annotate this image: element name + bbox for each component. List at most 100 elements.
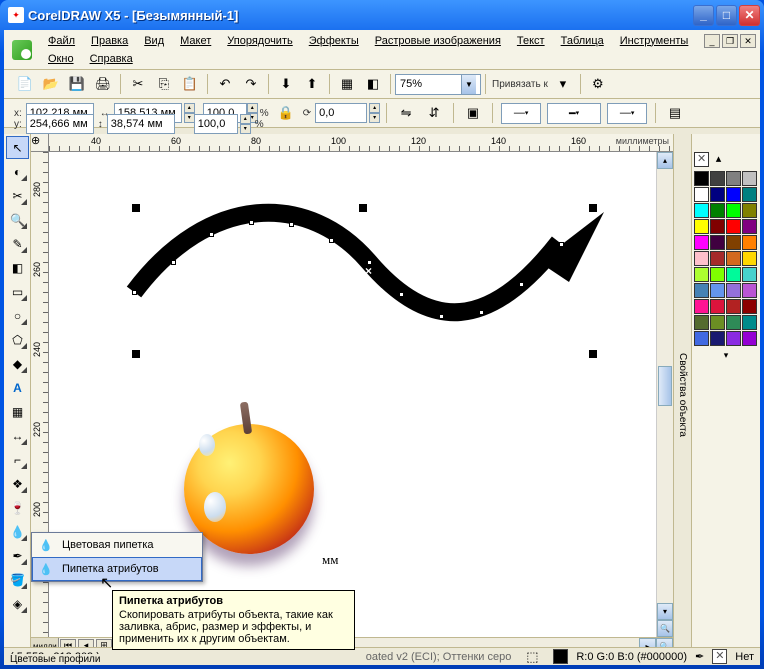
color-swatch[interactable] bbox=[726, 267, 741, 282]
polygon-tool[interactable]: ⬠ bbox=[6, 328, 29, 351]
fill-tool[interactable]: 🪣 bbox=[6, 568, 29, 591]
color-swatch[interactable] bbox=[694, 315, 709, 330]
menu-effects[interactable]: Эффекты bbox=[301, 32, 367, 50]
end-arrow-combo[interactable]: —▾ bbox=[607, 103, 647, 124]
color-swatch[interactable] bbox=[694, 251, 709, 266]
cut-button[interactable]: ✂ bbox=[126, 72, 150, 96]
color-swatch[interactable] bbox=[742, 219, 757, 234]
minimize-button[interactable]: _ bbox=[693, 5, 714, 26]
vertical-scrollbar[interactable]: ▴ ▾ 🔍 bbox=[656, 152, 673, 637]
color-swatch[interactable] bbox=[742, 299, 757, 314]
open-button[interactable]: 📂 bbox=[39, 72, 63, 96]
color-swatch[interactable] bbox=[742, 315, 757, 330]
mirror-h-button[interactable]: ⇋ bbox=[394, 101, 418, 125]
color-swatch[interactable] bbox=[742, 283, 757, 298]
color-swatch[interactable] bbox=[742, 235, 757, 250]
export-button[interactable]: ⬆ bbox=[300, 72, 324, 96]
menu-help[interactable]: Справка bbox=[82, 50, 141, 68]
color-swatch[interactable] bbox=[694, 203, 709, 218]
attribute-eyedropper-item[interactable]: 💧 Пипетка атрибутов bbox=[32, 557, 202, 581]
menu-arrange[interactable]: Упорядочить bbox=[219, 32, 300, 50]
rotation-field[interactable]: 0,0 bbox=[315, 103, 367, 123]
color-swatch[interactable] bbox=[726, 283, 741, 298]
color-swatch[interactable] bbox=[694, 299, 709, 314]
wrap-text-button[interactable]: ▤ bbox=[663, 101, 687, 125]
scale-y-field[interactable]: 100,0 bbox=[194, 114, 238, 134]
menu-text[interactable]: Текст bbox=[509, 32, 553, 50]
dimension-tool[interactable]: ↔ bbox=[6, 424, 29, 447]
color-swatch[interactable] bbox=[694, 267, 709, 282]
color-swatch[interactable] bbox=[726, 299, 741, 314]
basic-shapes-tool[interactable]: ◆ bbox=[6, 352, 29, 375]
lock-ratio-button[interactable]: 🔒 bbox=[274, 101, 298, 125]
text-tool[interactable]: A bbox=[6, 376, 29, 399]
color-swatch[interactable] bbox=[694, 171, 709, 186]
color-swatch[interactable] bbox=[742, 203, 757, 218]
menu-tools[interactable]: Инструменты bbox=[612, 32, 697, 50]
ruler-origin[interactable]: ⊕ bbox=[31, 134, 49, 152]
no-color-swatch[interactable] bbox=[694, 152, 709, 167]
mdi-close-button[interactable]: ✕ bbox=[740, 34, 756, 48]
zoom-combo[interactable]: 75% ▼ bbox=[395, 74, 481, 95]
menu-window[interactable]: Окно bbox=[40, 50, 82, 68]
menu-edit[interactable]: Правка bbox=[83, 32, 136, 50]
fill-swatch[interactable] bbox=[553, 649, 568, 664]
freehand-tool[interactable]: ✎ bbox=[6, 232, 29, 255]
color-swatch[interactable] bbox=[710, 187, 725, 202]
redo-button[interactable]: ↷ bbox=[239, 72, 263, 96]
menu-view[interactable]: Вид bbox=[136, 32, 172, 50]
welcome-button[interactable]: ◧ bbox=[361, 72, 385, 96]
color-swatch[interactable] bbox=[742, 267, 757, 282]
color-swatch[interactable] bbox=[726, 315, 741, 330]
close-button[interactable]: ✕ bbox=[739, 5, 760, 26]
color-swatch[interactable] bbox=[726, 219, 741, 234]
menu-bitmaps[interactable]: Растровые изображения bbox=[367, 32, 509, 50]
color-swatch[interactable] bbox=[726, 203, 741, 218]
snap-dropdown[interactable]: ▾ bbox=[551, 72, 575, 96]
color-swatch[interactable] bbox=[742, 251, 757, 266]
ungroup-button[interactable]: ▣ bbox=[461, 101, 485, 125]
menu-file[interactable]: Файл bbox=[40, 32, 83, 50]
smart-fill-tool[interactable]: ◧ bbox=[6, 256, 29, 279]
blend-tool[interactable]: ❖ bbox=[6, 472, 29, 495]
stroke-swatch[interactable] bbox=[712, 649, 727, 664]
shape-tool[interactable]: ◐ bbox=[6, 160, 29, 183]
color-proof-button[interactable]: ⬚ bbox=[520, 645, 544, 669]
y-position-field[interactable]: 254,666 мм bbox=[26, 114, 94, 134]
color-swatch[interactable] bbox=[710, 299, 725, 314]
color-swatch[interactable] bbox=[742, 331, 757, 346]
color-swatch[interactable] bbox=[710, 171, 725, 186]
color-swatch[interactable] bbox=[694, 187, 709, 202]
color-swatch[interactable] bbox=[710, 235, 725, 250]
rectangle-tool[interactable]: ▭ bbox=[6, 280, 29, 303]
mirror-v-button[interactable]: ⇵ bbox=[422, 101, 446, 125]
start-arrow-combo[interactable]: —▾ bbox=[501, 103, 541, 124]
color-swatch[interactable] bbox=[726, 251, 741, 266]
import-button[interactable]: ⬇ bbox=[274, 72, 298, 96]
color-swatch[interactable] bbox=[742, 171, 757, 186]
menu-layout[interactable]: Макет bbox=[172, 32, 219, 50]
print-button[interactable]: 🖨 bbox=[91, 72, 115, 96]
eyedropper-tool[interactable]: 💧 bbox=[6, 520, 29, 543]
save-button[interactable]: 💾 bbox=[65, 72, 89, 96]
horizontal-ruler[interactable]: 40 60 80 100 120 140 160 миллиметры bbox=[31, 134, 673, 152]
zoom-tool[interactable]: 🔍 bbox=[6, 208, 29, 231]
ellipse-tool[interactable]: ○ bbox=[6, 304, 29, 327]
color-swatch[interactable] bbox=[694, 283, 709, 298]
pick-tool[interactable]: ↖ bbox=[6, 136, 29, 159]
color-swatch[interactable] bbox=[710, 331, 725, 346]
mdi-restore-button[interactable]: ❐ bbox=[722, 34, 738, 48]
connector-tool[interactable]: ⌐ bbox=[6, 448, 29, 471]
app-launcher-button[interactable]: ▦ bbox=[335, 72, 359, 96]
color-swatch[interactable] bbox=[694, 331, 709, 346]
color-swatch[interactable] bbox=[710, 267, 725, 282]
undo-button[interactable]: ↶ bbox=[213, 72, 237, 96]
docker-tab-object-properties[interactable]: Свойства объекта bbox=[674, 134, 692, 655]
maximize-button[interactable]: □ bbox=[716, 5, 737, 26]
copy-button[interactable]: ⎘ bbox=[152, 72, 176, 96]
menu-table[interactable]: Таблица bbox=[553, 32, 612, 50]
color-swatch[interactable] bbox=[726, 187, 741, 202]
color-swatch[interactable] bbox=[710, 251, 725, 266]
zoom-in-button[interactable]: 🔍 bbox=[657, 620, 673, 637]
color-swatch[interactable] bbox=[726, 331, 741, 346]
